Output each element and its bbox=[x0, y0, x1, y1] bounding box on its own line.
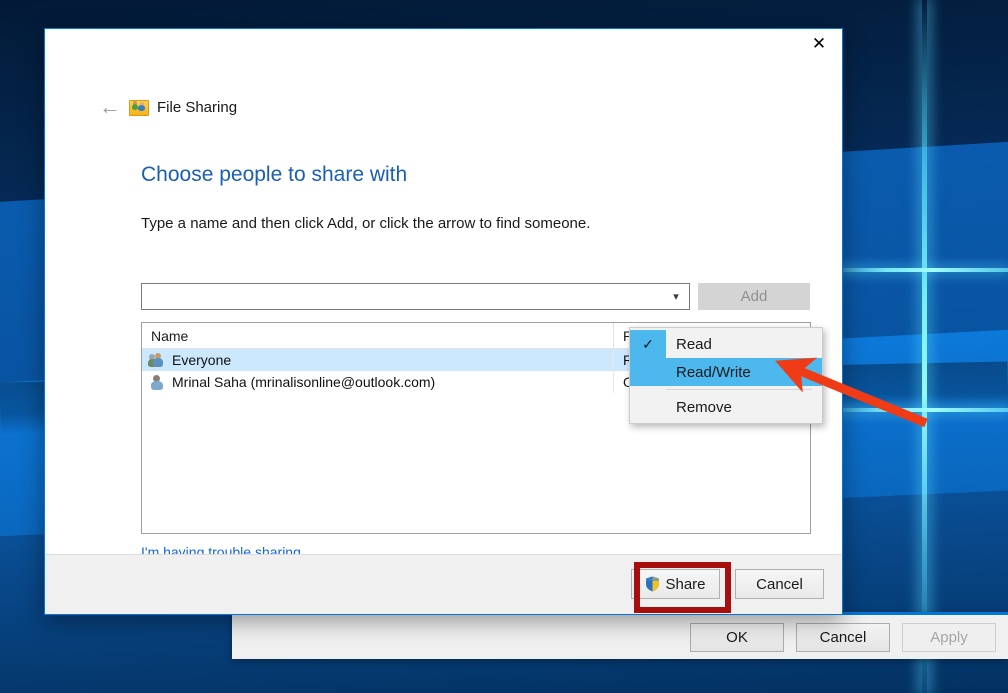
single-user-icon bbox=[149, 374, 166, 390]
page-title: Choose people to share with bbox=[141, 163, 408, 186]
windows-logo-glow-horizontal bbox=[820, 408, 1008, 412]
back-arrow-icon[interactable]: ← bbox=[93, 96, 127, 118]
menu-item-read[interactable]: ✓ Read bbox=[630, 330, 822, 358]
row-name-label: Mrinal Saha (mrinalisonline@outlook.com) bbox=[172, 374, 436, 390]
ok-button[interactable]: OK bbox=[690, 623, 784, 652]
row-name-cell: Everyone bbox=[142, 349, 614, 371]
menu-item-read-write[interactable]: Read/Write bbox=[630, 358, 822, 386]
properties-window: OK Cancel Apply bbox=[232, 612, 1008, 659]
app-title: File Sharing bbox=[157, 98, 238, 116]
menu-item-remove[interactable]: Remove bbox=[630, 393, 822, 421]
menu-gutter bbox=[630, 358, 666, 386]
menu-item-label: Read bbox=[676, 335, 712, 353]
close-icon[interactable]: ✕ bbox=[796, 29, 842, 59]
checkmark-icon: ✓ bbox=[630, 330, 666, 358]
row-name-cell: Mrinal Saha (mrinalisonline@outlook.com) bbox=[142, 371, 614, 393]
menu-item-label: Read/Write bbox=[676, 363, 751, 381]
add-button: Add bbox=[698, 283, 810, 310]
cancel-button[interactable]: Cancel bbox=[796, 623, 890, 652]
share-button-label: Share bbox=[665, 575, 706, 593]
dialog-nav-row: ← File Sharing bbox=[45, 91, 842, 123]
name-entry-row: ▾ Add bbox=[141, 283, 810, 310]
properties-button-row: OK Cancel Apply bbox=[690, 623, 996, 652]
uac-shield-icon bbox=[645, 576, 660, 592]
dialog-titlebar: ✕ bbox=[45, 29, 842, 61]
dialog-footer: Share Cancel bbox=[45, 554, 842, 614]
instruction-text: Type a name and then click Add, or click… bbox=[141, 215, 591, 232]
column-header-name: Name bbox=[142, 323, 614, 348]
menu-separator bbox=[666, 389, 812, 390]
chevron-down-icon[interactable]: ▾ bbox=[663, 284, 689, 309]
name-combobox[interactable]: ▾ bbox=[141, 283, 690, 310]
file-sharing-dialog: ✕ ← File Sharing Choose people to share … bbox=[44, 28, 843, 615]
dialog-cancel-button[interactable]: Cancel bbox=[735, 569, 824, 599]
share-button[interactable]: Share bbox=[631, 569, 720, 599]
file-sharing-folder-icon bbox=[129, 98, 149, 116]
group-users-icon bbox=[148, 352, 166, 368]
permission-dropdown-menu: ✓ Read Read/Write Remove bbox=[629, 327, 823, 424]
windows-logo-glow-vertical bbox=[922, 0, 927, 693]
row-name-label: Everyone bbox=[172, 352, 232, 368]
apply-button: Apply bbox=[902, 623, 996, 652]
menu-item-label: Remove bbox=[676, 398, 732, 416]
menu-gutter bbox=[630, 393, 666, 421]
footer-button-row: Share Cancel bbox=[631, 569, 824, 599]
name-input[interactable] bbox=[142, 284, 663, 309]
windows-logo-glow-horizontal bbox=[820, 268, 1008, 272]
